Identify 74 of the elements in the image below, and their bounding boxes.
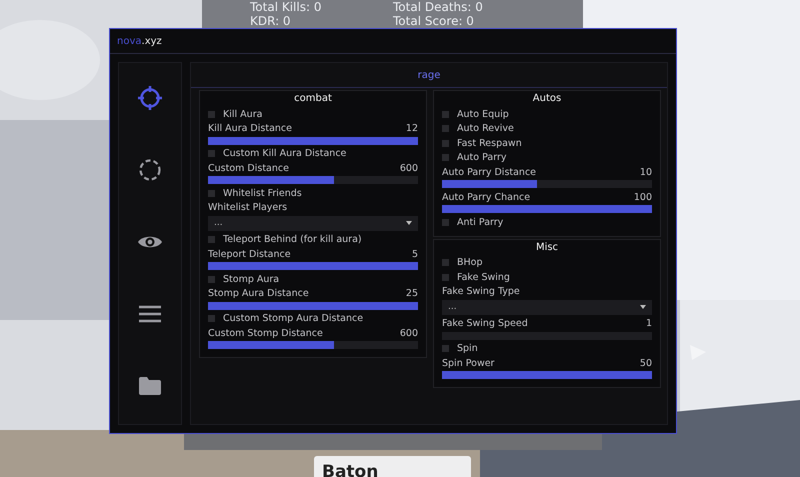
- option-label: Anti Parry: [457, 216, 504, 228]
- option-label: Custom Kill Aura Distance: [223, 148, 346, 160]
- checkbox[interactable]: [442, 274, 449, 281]
- crosshair-icon: [137, 85, 163, 111]
- slider[interactable]: [208, 262, 418, 270]
- slider-value: 600: [400, 328, 418, 338]
- menu-icon: [139, 305, 161, 323]
- checkbox[interactable]: [442, 154, 449, 162]
- slider-value: 12: [406, 123, 418, 134]
- slider-value: 600: [400, 162, 418, 174]
- caret-icon: [406, 221, 412, 225]
- slider[interactable]: [208, 136, 418, 144]
- slider[interactable]: [208, 176, 418, 184]
- checkbox[interactable]: [208, 190, 215, 197]
- slider-label: Custom Distance: [208, 162, 289, 174]
- slider[interactable]: [442, 180, 652, 188]
- checkbox[interactable]: [442, 140, 449, 147]
- checkbox[interactable]: [442, 259, 449, 266]
- option-label: Auto Revive: [457, 123, 514, 134]
- checkbox[interactable]: [442, 110, 449, 118]
- option-label: Auto Equip: [457, 108, 509, 120]
- option-label: BHop: [457, 257, 483, 268]
- dropdown-label: Whitelist Players: [208, 200, 288, 214]
- option-label: Spin: [457, 343, 478, 354]
- checkbox[interactable]: [208, 315, 215, 322]
- slider-value: 5: [412, 248, 418, 260]
- slider-label: Stomp Aura Distance: [208, 288, 309, 299]
- section-title: Autos: [532, 93, 562, 104]
- slider-label: Spin Power: [442, 358, 494, 368]
- checkbox[interactable]: [208, 236, 215, 244]
- section-title: combat: [294, 93, 332, 104]
- option-label: Auto Parry: [457, 152, 506, 164]
- slider-value: 50: [640, 358, 652, 368]
- checkbox[interactable]: [442, 345, 449, 352]
- slider-label: Fake Swing Speed: [442, 318, 528, 329]
- slider-value: 25: [406, 288, 418, 299]
- stat-text: Total Kills: 0: [250, 0, 322, 14]
- stat-text: Total Score: 0: [393, 14, 475, 28]
- section-title: Misc: [536, 242, 558, 252]
- slider-value: 10: [640, 166, 652, 178]
- checkbox[interactable]: [208, 150, 215, 158]
- dropdown-label: Fake Swing Type: [442, 284, 521, 298]
- slider[interactable]: [208, 302, 418, 310]
- option-label: Whitelist Friends: [223, 188, 302, 199]
- dashed-circle-icon: [138, 158, 162, 182]
- tab[interactable]: rage: [418, 70, 440, 80]
- slider-label: Teleport Distance: [208, 248, 291, 260]
- option-label: Teleport Behind (for kill aura): [223, 234, 362, 246]
- hotbar-slot[interactable]: Baton: [314, 456, 471, 477]
- slider[interactable]: [208, 341, 418, 349]
- slider[interactable]: [442, 371, 652, 379]
- folder-icon: [139, 377, 161, 395]
- slider[interactable]: [442, 205, 652, 213]
- option-label: Stomp Aura: [223, 274, 280, 285]
- slider-value: 1: [646, 318, 652, 329]
- slider-value: 100: [634, 192, 652, 202]
- dropdown[interactable]: ...: [442, 300, 652, 314]
- stat-text: Total Deaths: 0: [393, 0, 484, 14]
- option-label: Fast Respawn: [457, 138, 522, 149]
- option-label: Fake Swing: [457, 272, 510, 283]
- option-label: Kill Aura: [223, 108, 262, 120]
- slider-label: Auto Parry Chance: [442, 192, 530, 202]
- slider-label: Auto Parry Distance: [442, 166, 536, 178]
- checkbox[interactable]: [442, 125, 449, 132]
- caret-icon: [640, 305, 646, 309]
- checkbox[interactable]: [208, 276, 215, 283]
- checkbox[interactable]: [442, 218, 449, 226]
- slider-label: Kill Aura Distance: [208, 123, 292, 134]
- option-label: Custom Stomp Aura Distance: [223, 313, 364, 324]
- window-title: nova.xyz: [117, 36, 162, 46]
- dropdown[interactable]: ...: [208, 216, 418, 230]
- checkbox[interactable]: [208, 110, 215, 118]
- stat-text: KDR: 0: [250, 14, 292, 28]
- slider-label: Custom Stomp Distance: [208, 328, 323, 338]
